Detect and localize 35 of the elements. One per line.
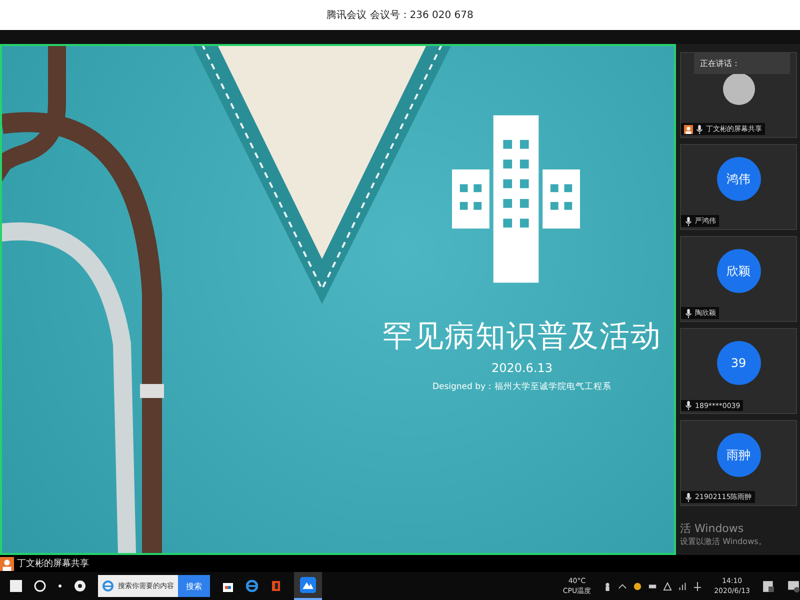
network-icon[interactable]	[678, 582, 688, 590]
microphone-icon	[684, 216, 694, 226]
activation-notice: 设置以激活 Windows。	[680, 536, 766, 547]
microphone-icon	[684, 401, 694, 410]
participant-avatar: 雨翀	[716, 433, 761, 477]
search-button[interactable]: 搜索	[178, 575, 210, 597]
warning-icon[interactable]	[663, 582, 672, 590]
circle-icon[interactable]	[34, 580, 46, 592]
microphone-icon	[684, 308, 694, 318]
browser-e-icon	[102, 580, 114, 592]
speaking-label: 正在讲话：	[700, 58, 740, 68]
browser-e-icon[interactable]	[246, 580, 258, 592]
participant-avatar: 39	[716, 341, 761, 385]
windows-start-icon[interactable]	[10, 580, 22, 592]
person-icon	[0, 556, 14, 570]
person-icon	[684, 124, 694, 134]
share-label: 丁文彬的屏幕共享	[17, 558, 89, 570]
slide-credit: Designed by：福州大学至诚学院电气工程系	[432, 381, 612, 393]
slide-title: 罕见病知识普及活动	[382, 318, 662, 356]
avatar-photo-placeholder	[722, 73, 755, 105]
participant-avatar: 鸿伟	[716, 157, 761, 201]
window-title: 腾讯会议 会议号：236 020 678	[326, 8, 474, 22]
slide-date: 2020.6.13	[491, 361, 553, 375]
participant-avatar: 欣颖	[716, 249, 761, 293]
meeting-app-icon[interactable]	[294, 572, 322, 600]
microphone-icon	[695, 124, 704, 134]
notification-icon[interactable]	[787, 580, 800, 592]
microphone-icon	[684, 492, 694, 502]
store-bag-icon[interactable]	[222, 580, 234, 592]
dot-icon[interactable]	[58, 584, 62, 588]
chevron-up-icon[interactable]	[618, 582, 628, 590]
activation-notice: 活 Windows	[680, 521, 745, 536]
buildings-icon	[452, 114, 580, 284]
person-icon[interactable]	[603, 582, 612, 590]
office-icon[interactable]	[270, 580, 282, 592]
